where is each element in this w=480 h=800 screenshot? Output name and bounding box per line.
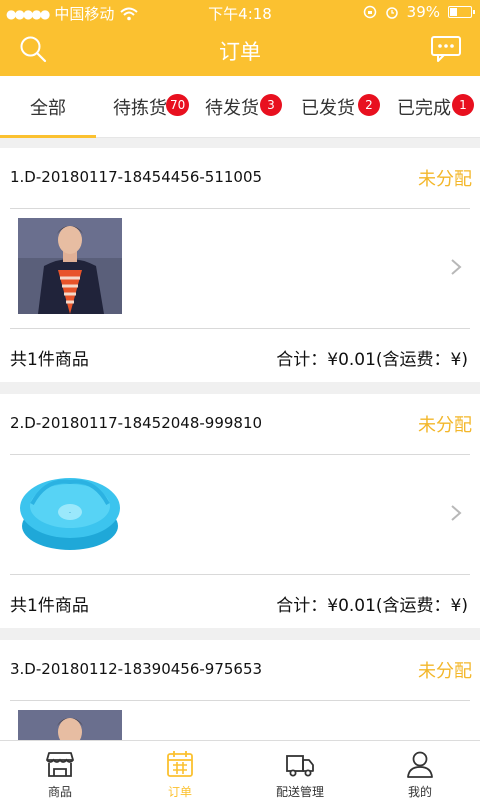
tabbar-item-me[interactable]: 我的 bbox=[360, 741, 480, 800]
status-bar: ●●●●● 中国移动 下午4:18 39% bbox=[0, 0, 480, 24]
divider bbox=[10, 454, 470, 455]
product-thumbnail[interactable]: · bbox=[18, 464, 122, 560]
chevron-right-icon[interactable] bbox=[450, 504, 462, 522]
calendar-icon bbox=[167, 751, 193, 777]
svg-text:·: · bbox=[69, 509, 71, 517]
order-status: 未分配 bbox=[418, 415, 472, 436]
battery-fill bbox=[450, 8, 458, 16]
order-number: 2.D-20180117-18452048-999810 bbox=[10, 414, 263, 432]
tab-badge: 70 bbox=[166, 94, 190, 116]
product-image-jacket-model bbox=[18, 218, 122, 314]
order-header: 2.D-20180117-18452048-999810 未分配 bbox=[0, 394, 480, 454]
tab-to-ship[interactable]: 待发货 3 bbox=[192, 76, 288, 138]
tab-label: 已完成 bbox=[397, 98, 451, 119]
tabbar-label: 订单 bbox=[167, 785, 192, 799]
divider bbox=[10, 328, 470, 329]
order-header: 1.D-20180117-18454456-511005 未分配 bbox=[0, 148, 480, 208]
person-icon bbox=[407, 751, 433, 778]
divider bbox=[10, 208, 470, 209]
order-status: 未分配 bbox=[418, 169, 472, 190]
nav-bar: 订单 bbox=[0, 24, 480, 76]
order-total: 合计：¥0.01(含运费：¥) bbox=[276, 350, 468, 370]
divider bbox=[10, 700, 470, 701]
active-tab-indicator bbox=[0, 135, 96, 138]
tab-shipped[interactable]: 已发货 2 bbox=[288, 76, 384, 138]
tab-to-pick[interactable]: 待拣货 70 bbox=[96, 76, 192, 138]
bottom-tab-bar: 商品 订单 配送管理 我的 bbox=[0, 740, 480, 800]
tabbar-item-products[interactable]: 商品 bbox=[0, 741, 120, 800]
tabbar-item-orders[interactable]: 订单 bbox=[120, 741, 240, 800]
page-title: 订单 bbox=[219, 40, 261, 64]
product-image-blue-basin: · bbox=[18, 464, 122, 560]
tab-badge: 1 bbox=[452, 94, 474, 116]
tab-badge: 2 bbox=[358, 94, 380, 116]
tab-completed[interactable]: 已完成 1 bbox=[384, 76, 480, 138]
tab-label: 待拣货 bbox=[113, 98, 167, 119]
tabbar-label: 商品 bbox=[47, 785, 72, 799]
order-number: 1.D-20180117-18454456-511005 bbox=[10, 168, 263, 186]
order-total: 合计：¥0.01(含运费：¥) bbox=[276, 596, 468, 616]
chevron-right-icon[interactable] bbox=[450, 258, 462, 276]
tab-badge: 3 bbox=[260, 94, 282, 116]
truck-icon bbox=[286, 755, 314, 777]
tab-label: 待发货 bbox=[205, 98, 259, 119]
tab-all[interactable]: 全部 bbox=[0, 76, 96, 138]
tabbar-label: 我的 bbox=[407, 785, 432, 799]
alarm-icon bbox=[385, 7, 398, 19]
product-thumbnail[interactable] bbox=[18, 218, 122, 314]
order-status: 未分配 bbox=[418, 661, 472, 682]
tab-label: 已发货 bbox=[301, 98, 355, 119]
tabbar-label: 配送管理 bbox=[275, 785, 324, 799]
product-count: 共1件商品 bbox=[10, 350, 89, 370]
order-number: 3.D-20180112-18390456-975653 bbox=[10, 660, 263, 678]
rotation-lock-icon bbox=[363, 5, 376, 19]
order-card[interactable]: 2.D-20180117-18452048-999810 未分配 · 共1件商品… bbox=[0, 394, 480, 628]
divider bbox=[10, 574, 470, 575]
battery-icon bbox=[448, 6, 475, 18]
battery-percent: 39% bbox=[406, 3, 440, 21]
order-status-tabs: 全部 待拣货 70 待发货 3 已发货 2 已完成 1 bbox=[0, 76, 480, 138]
shop-icon bbox=[46, 752, 74, 777]
message-icon[interactable] bbox=[430, 34, 462, 64]
tabbar-item-delivery[interactable]: 配送管理 bbox=[240, 741, 360, 800]
tab-label: 全部 bbox=[30, 98, 66, 119]
order-card[interactable]: 1.D-20180117-18454456-511005 未分配 共1件商品 合… bbox=[0, 148, 480, 382]
order-header: 3.D-20180112-18390456-975653 未分配 bbox=[0, 640, 480, 700]
product-count: 共1件商品 bbox=[10, 596, 89, 616]
